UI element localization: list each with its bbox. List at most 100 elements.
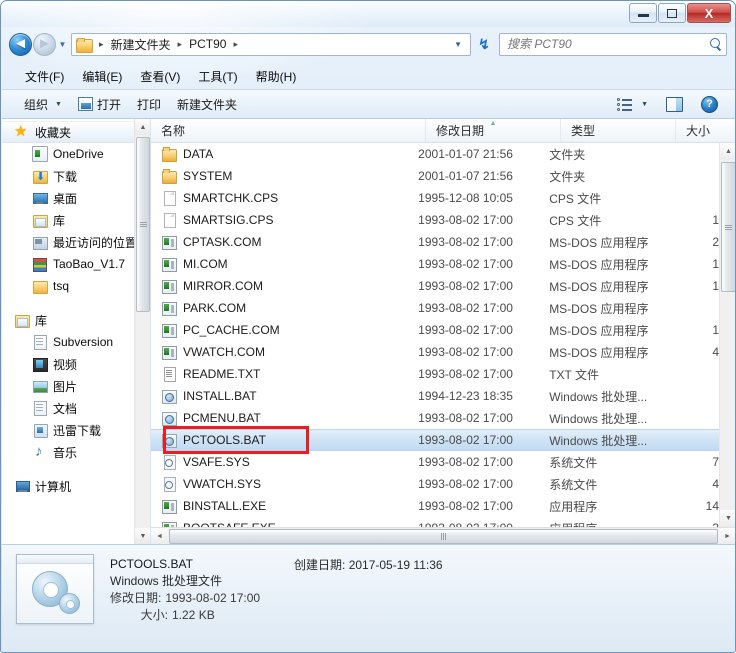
file-name-label: MIRROR.COM: [183, 279, 263, 293]
file-date-cell: 1993-08-02 17:00: [418, 499, 513, 513]
table-row[interactable]: SYSTEM 2001-01-07 21:56 文件夹: [151, 165, 719, 187]
restore-button[interactable]: [658, 3, 686, 23]
print-button[interactable]: 打印: [129, 92, 169, 117]
column-header-大小[interactable]: 大小: [676, 119, 735, 143]
table-row[interactable]: MIRROR.COM 1993-08-02 17:00 MS-DOS 应用程序 1: [151, 275, 719, 297]
file-size-cell: 7: [712, 455, 719, 469]
table-row[interactable]: MI.COM 1993-08-02 17:00 MS-DOS 应用程序 1: [151, 253, 719, 275]
table-row[interactable]: README.TXT 1993-08-02 17:00 TXT 文件: [151, 363, 719, 385]
file-type-cell: 文件夹: [549, 147, 586, 162]
table-row[interactable]: INSTALL.BAT 1994-12-23 18:35 Windows 批处理..…: [151, 385, 719, 407]
sidebar-item-label: 图片: [53, 379, 78, 394]
scroll-up-icon[interactable]: ▲: [720, 143, 735, 160]
table-row[interactable]: PCMENU.BAT 1993-08-02 17:00 Windows 批处理...: [151, 407, 719, 429]
sidebar-item-库[interactable]: 库: [2, 209, 150, 231]
sidebar-item-TaoBao_V1.7[interactable]: TaoBao_V1.7: [2, 253, 150, 275]
table-row[interactable]: DATA 2001-01-07 21:56 文件夹: [151, 143, 719, 165]
sidebar-item-OneDrive[interactable]: OneDrive: [2, 143, 150, 165]
open-icon: [77, 97, 93, 111]
sidebar-section-库[interactable]: 库: [2, 309, 150, 331]
file-name-label: SMARTCHK.CPS: [183, 191, 279, 205]
file-rows: DATA 2001-01-07 21:56 文件夹 SYSTEM 2001-01-07 …: [151, 143, 719, 527]
sidebar-item-label: 视频: [53, 357, 78, 372]
sidebar-item-tsq[interactable]: tsq: [2, 275, 150, 297]
sidebar-item-文档[interactable]: 文档: [2, 397, 150, 419]
file-name-cell: SMARTSIG.CPS: [151, 212, 418, 228]
bat-file-icon: [161, 388, 177, 404]
table-row[interactable]: PC_CACHE.COM 1993-08-02 17:00 MS-DOS 应用程序 1: [151, 319, 719, 341]
file-date-cell: 2001-01-07 21:56: [418, 147, 513, 161]
column-header-修改日期[interactable]: ▲ 修改日期: [426, 119, 561, 143]
back-button[interactable]: ◄: [9, 32, 32, 56]
horizontal-scroll-thumb[interactable]: [169, 528, 718, 544]
table-row[interactable]: PARK.COM 1993-08-02 17:00 MS-DOS 应用程序: [151, 297, 719, 319]
chevron-down-icon: ▼: [55, 100, 62, 108]
file-date-cell: 1993-08-02 17:00: [418, 213, 513, 227]
menu-item-0[interactable]: 文件(F): [16, 65, 73, 88]
file-list-vertical-scrollbar[interactable]: ▲ ▼: [719, 143, 735, 527]
table-row[interactable]: BOOTSAFE.EXE1993-08-02 17:00应用程序3: [151, 517, 719, 527]
sidebar-item-图片[interactable]: 图片: [2, 375, 150, 397]
file-list-horizontal-scrollbar[interactable]: ◄ ►: [151, 527, 735, 544]
sidebar-item-桌面[interactable]: 桌面: [2, 187, 150, 209]
details-created: 创建日期: 2017-05-19 11:36: [294, 556, 443, 573]
scroll-right-icon[interactable]: ►: [719, 527, 735, 544]
navigation-scrollbar[interactable]: ▲ ▼: [134, 119, 150, 544]
menu-item-3[interactable]: 工具(T): [189, 65, 246, 88]
menu-item-1[interactable]: 编辑(E): [73, 65, 131, 88]
help-button[interactable]: ?: [693, 92, 726, 117]
sidebar-section-label: 收藏夹: [35, 125, 72, 140]
scroll-left-icon[interactable]: ◄: [151, 527, 168, 544]
change-view-button[interactable]: ▼: [609, 93, 656, 115]
search-box[interactable]: [499, 32, 727, 56]
search-input[interactable]: [507, 37, 709, 51]
column-header-类型[interactable]: 类型: [561, 119, 676, 143]
sidebar-item-迅雷下载[interactable]: 迅雷下载: [2, 419, 150, 441]
table-row[interactable]: VWATCH.COM 1993-08-02 17:00 MS-DOS 应用程序 4: [151, 341, 719, 363]
table-row[interactable]: VWATCH.SYS 1993-08-02 17:00 系统文件 4: [151, 473, 719, 495]
show-preview-pane-button[interactable]: [658, 93, 691, 116]
breadcrumb-item-1[interactable]: PCT90: [186, 35, 229, 53]
vertical-scroll-thumb[interactable]: [721, 162, 735, 292]
table-row[interactable]: VSAFE.SYS 1993-08-02 17:00 系统文件 7: [151, 451, 719, 473]
address-bar[interactable]: ▸ 新建文件夹 ▸ PCT90 ▸ ▼: [71, 32, 471, 56]
onedrive-icon: [32, 146, 48, 162]
history-dropdown-button[interactable]: ▼: [56, 33, 69, 56]
breadcrumb-item-0[interactable]: 新建文件夹: [108, 34, 174, 55]
organize-button[interactable]: 组织 ▼: [16, 92, 70, 117]
new-folder-button[interactable]: 新建文件夹: [169, 92, 245, 117]
sidebar-item-视频[interactable]: 视频: [2, 353, 150, 375]
scroll-down-icon[interactable]: ▼: [720, 510, 735, 527]
txt-file-icon: [161, 366, 177, 382]
sidebar-item-音乐[interactable]: 音乐: [2, 441, 150, 463]
sidebar-item-最近访问的位置[interactable]: 最近访问的位置: [2, 231, 150, 253]
open-button[interactable]: 打开: [70, 92, 129, 117]
column-header-名称[interactable]: 名称: [151, 119, 426, 143]
sys-file-icon: [161, 476, 177, 492]
sidebar-item-Subversion[interactable]: Subversion: [2, 331, 150, 353]
table-row[interactable]: BINSTALL.EXE 1993-08-02 17:00 应用程序 14: [151, 495, 719, 517]
scroll-down-icon[interactable]: ▼: [135, 528, 150, 544]
close-button[interactable]: X: [687, 3, 731, 23]
minimize-button[interactable]: [629, 3, 657, 23]
table-row[interactable]: SMARTCHK.CPS 1995-12-08 10:05 CPS 文件: [151, 187, 719, 209]
sidebar-section-计算机[interactable]: 计算机: [2, 475, 150, 497]
file-date-cell: 1993-08-02 17:00: [418, 323, 513, 337]
refresh-button[interactable]: ↯: [472, 33, 496, 56]
forward-button[interactable]: ►: [33, 32, 56, 56]
menu-item-4[interactable]: 帮助(H): [247, 65, 306, 88]
file-size-cell: 1: [712, 257, 719, 271]
table-row[interactable]: SMARTSIG.CPS 1993-08-02 17:00 CPS 文件 1: [151, 209, 719, 231]
address-dropdown-icon[interactable]: ▼: [448, 40, 468, 49]
table-row[interactable]: CPTASK.COM 1993-08-02 17:00 MS-DOS 应用程序 2: [151, 231, 719, 253]
file-name-cell: INSTALL.BAT: [151, 388, 418, 404]
navigation-scroll-thumb[interactable]: [136, 137, 150, 312]
file-name-cell: MI.COM: [151, 256, 418, 272]
scroll-up-icon[interactable]: ▲: [135, 119, 150, 135]
menu-item-2[interactable]: 查看(V): [131, 65, 189, 88]
file-type-cell: MS-DOS 应用程序: [549, 323, 649, 338]
table-row[interactable]: PCTOOLS.BAT 1993-08-02 17:00 Windows 批处理..…: [151, 429, 719, 451]
sidebar-section-收藏夹[interactable]: 收藏夹: [2, 121, 150, 143]
explorer-window: X ◄ ► ▼ ▸ 新建文件夹 ▸ PCT90 ▸ ▼ ↯ 文件(F): [0, 0, 736, 653]
sidebar-item-下载[interactable]: 下载: [2, 165, 150, 187]
